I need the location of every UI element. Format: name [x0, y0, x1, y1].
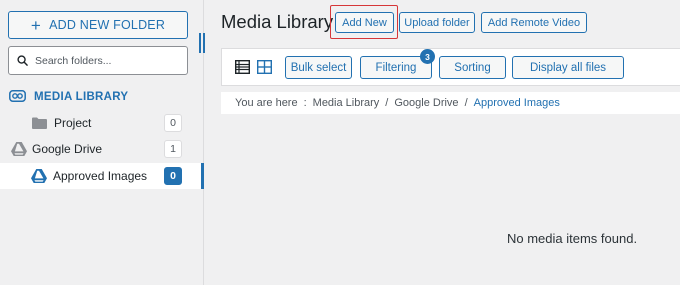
folder-search-box[interactable]	[8, 46, 188, 75]
folder-search-input[interactable]	[35, 54, 175, 67]
add-new-folder-label: ADD NEW FOLDER	[49, 18, 166, 32]
breadcrumb-current[interactable]: Approved Images	[474, 97, 560, 109]
google-drive-icon	[11, 142, 27, 156]
folder-count-badge: 0	[164, 114, 182, 132]
grid-view-icon[interactable]	[257, 60, 272, 74]
filter-count-badge: 3	[420, 49, 435, 64]
display-all-files-button[interactable]: Display all files	[512, 56, 624, 79]
empty-state-message: No media items found.	[507, 231, 638, 246]
page-title: Media Library	[221, 11, 334, 32]
google-drive-icon	[31, 169, 47, 183]
folder-count-badge: 1	[164, 140, 182, 158]
tree-item-google-drive[interactable]: Google Drive 1	[0, 136, 204, 162]
folder-sidebar: + ADD NEW FOLDER MEDIA LIBRARY Project 0…	[0, 0, 205, 285]
bulk-select-button[interactable]: Bulk select	[285, 56, 352, 79]
list-view-icon[interactable]	[235, 60, 250, 74]
add-remote-video-button[interactable]: Add Remote Video	[481, 12, 587, 33]
media-library-icon	[9, 90, 26, 102]
search-icon	[17, 55, 28, 66]
tree-item-project[interactable]: Project 0	[0, 110, 204, 136]
breadcrumb-item[interactable]: Google Drive	[394, 97, 458, 109]
plus-icon: +	[30, 15, 42, 35]
add-new-folder-button[interactable]: + ADD NEW FOLDER	[8, 11, 188, 39]
tree-item-label: Approved Images	[53, 169, 148, 183]
tree-item-media-library[interactable]: MEDIA LIBRARY	[0, 84, 204, 110]
breadcrumb: You are here : Media Library / Google Dr…	[221, 91, 680, 114]
upload-folder-button[interactable]: Upload folder	[399, 12, 475, 33]
media-toolbar: Bulk select Filtering 3 Sorting Display …	[221, 48, 680, 86]
breadcrumb-prefix: You are here	[235, 97, 298, 109]
tree-item-label: Project	[54, 116, 92, 130]
tree-item-approved-images[interactable]: Approved Images 0	[0, 163, 204, 189]
breadcrumb-item[interactable]: Media Library	[313, 97, 380, 109]
tree-item-label: Google Drive	[32, 142, 103, 156]
media-grid-area	[221, 114, 680, 285]
active-indicator	[201, 163, 204, 189]
media-main: Media Library Add New Upload folder Add …	[205, 0, 680, 285]
folder-count-badge: 0	[164, 167, 182, 185]
folder-icon	[32, 117, 47, 129]
sorting-button[interactable]: Sorting	[439, 56, 506, 79]
tree-item-label: MEDIA LIBRARY	[34, 91, 129, 103]
add-new-button[interactable]: Add New	[335, 12, 394, 33]
